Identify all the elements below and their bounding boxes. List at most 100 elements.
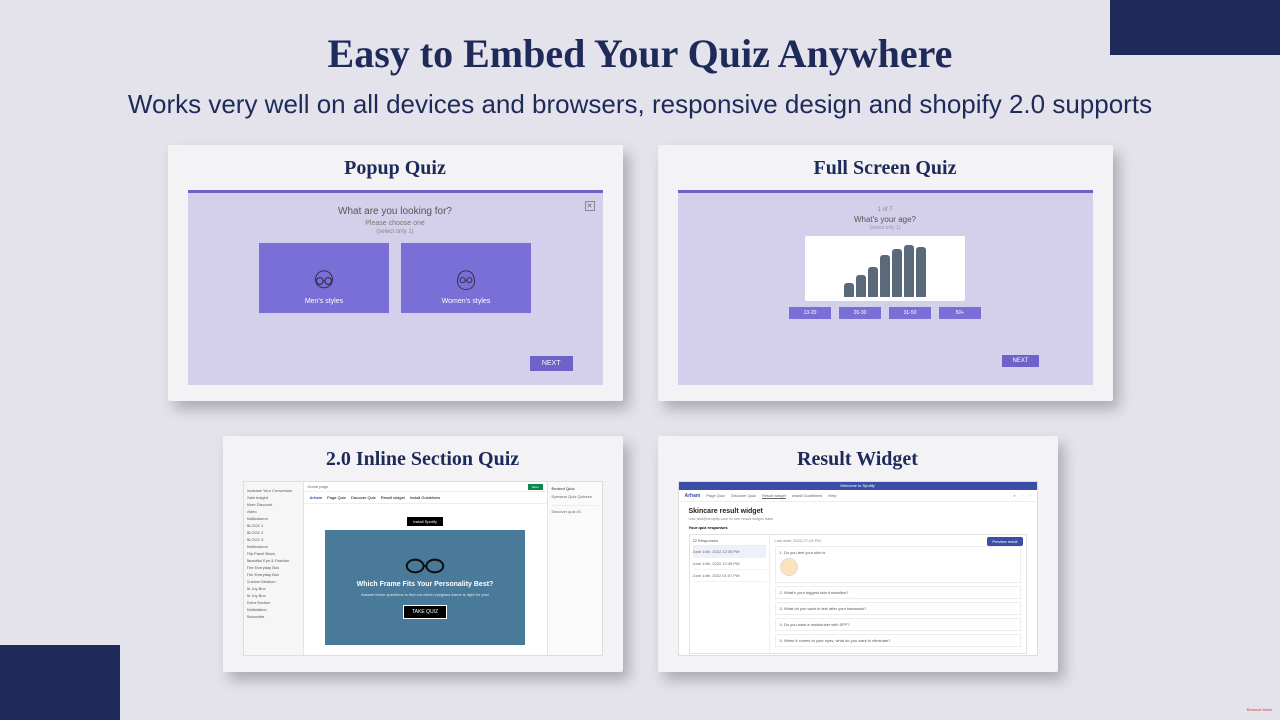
corner-accent-bottom — [0, 645, 120, 720]
sidebar-item[interactable]: BLOCK 2 — [247, 530, 300, 535]
nav-link[interactable]: Discover Quiz — [351, 495, 376, 500]
search-icon[interactable]: ⌕ — [1013, 493, 1015, 498]
user-icon[interactable]: ◦ — [1022, 493, 1023, 498]
nav-link[interactable]: Install Guidelines — [410, 495, 440, 500]
sidebar-item[interactable]: Flip Panel Block — [247, 551, 300, 556]
nav-link-active[interactable]: Result widget — [762, 493, 786, 498]
close-icon[interactable]: ✕ — [585, 201, 595, 211]
sidebar-item[interactable]: Gain Insight — [247, 495, 300, 500]
age-option[interactable]: 13-20 — [789, 307, 831, 319]
page-title: Easy to Embed Your Quiz Anywhere — [0, 30, 1280, 77]
sidebar-item[interactable]: Multicolumn — [247, 544, 300, 549]
age-option[interactable]: 20-30 — [839, 307, 881, 319]
result-screenshot: Welcome to Spotify Arham Page Quiz Disco… — [678, 481, 1038, 656]
card-title: Result Widget — [678, 448, 1038, 471]
sidebar-item[interactable]: AI Joy Box — [247, 586, 300, 591]
panel-item: Discover quiz #1 — [552, 505, 598, 514]
brand-logo: Arham — [310, 495, 323, 500]
panel-item: Eyewear Quiz Quizzes — [552, 494, 598, 499]
responses-panel: 22 Responses June 14th, 2022 12:35 PM Ju… — [689, 534, 1027, 654]
topbar-label: Home page — [308, 484, 329, 489]
card-popup-quiz: Popup Quiz ✕ What are you looking for? P… — [168, 145, 623, 401]
next-button[interactable]: NEXT — [1002, 355, 1038, 367]
card-fullscreen-quiz: Full Screen Quiz 1 of 7 What's your age?… — [658, 145, 1113, 401]
sidebar-item[interactable]: Beautiful Eye & Fashion — [247, 558, 300, 563]
widget-heading: Skincare result widget — [689, 508, 1027, 515]
editor-topbar: Home page Save — [304, 482, 547, 492]
option-label: Women's styles — [442, 298, 491, 305]
avatar-icon — [780, 558, 798, 576]
question-text: 1. Do you feel your skin is — [780, 550, 1016, 555]
sidebar-item[interactable]: More Discount — [247, 502, 300, 507]
nav-link[interactable]: Result widget — [381, 495, 405, 500]
card-title: Full Screen Quiz — [678, 157, 1093, 180]
response-row[interactable]: June 14th, 2022 01:07 PM — [693, 570, 766, 582]
glasses-icon — [404, 557, 446, 575]
panel-heading: Embed Quiz — [552, 486, 598, 491]
question-row: 2. What's your biggest skin frustration? — [775, 586, 1021, 599]
response-row[interactable]: June 14th, 2022 12:45 PM — [693, 558, 766, 570]
fullscreen-screenshot: 1 of 7 What's your age? (select only 1) … — [678, 190, 1093, 385]
age-option[interactable]: 31-50 — [889, 307, 931, 319]
sidebar-item[interactable]: The Everyday Box — [247, 572, 300, 577]
option-mens-styles[interactable]: Men's styles — [259, 243, 389, 313]
hero-banner: Which Frame Fits Your Personality Best? … — [325, 530, 525, 645]
nav-link[interactable]: Discover Quiz — [731, 493, 756, 498]
card-result-widget: Result Widget Welcome to Spotify Arham P… — [658, 436, 1058, 672]
next-button[interactable]: NEXT — [530, 356, 573, 371]
card-grid: Popup Quiz ✕ What are you looking for? P… — [0, 120, 1280, 672]
responses-list: 22 Responses June 14th, 2022 12:35 PM Ju… — [690, 535, 770, 653]
age-illustration — [805, 236, 965, 301]
panel-label: Your quiz responses — [689, 525, 1027, 530]
hero-title: Which Frame Fits Your Personality Best? — [357, 581, 494, 588]
save-button[interactable]: Save — [528, 484, 543, 490]
nav-link[interactable]: Page Quiz — [327, 495, 346, 500]
sidebar-item[interactable]: Custom Medium — [247, 579, 300, 584]
fullscreen-question: What's your age? — [690, 215, 1081, 224]
inline-screenshot: Increase Your Conversion Gain Insight Mo… — [243, 481, 603, 656]
option-womens-styles[interactable]: Women's styles — [401, 243, 531, 313]
sidebar-item[interactable]: BLOCK 1 — [247, 523, 300, 528]
preview-result-button[interactable]: Preview result — [987, 537, 1022, 546]
option-label: Men's styles — [305, 298, 343, 305]
brand-logo: Arham — [685, 493, 701, 499]
sidebar-item[interactable]: Subscribe — [247, 614, 300, 619]
age-option[interactable]: 50+ — [939, 307, 981, 319]
response-row[interactable]: June 14th, 2022 12:35 PM — [693, 546, 766, 558]
take-quiz-button[interactable]: TAKE QUIZ — [403, 605, 447, 619]
card-title: Popup Quiz — [188, 157, 603, 180]
popup-question: What are you looking for? — [200, 206, 591, 217]
sidebar-item[interactable]: The Everyday Box — [247, 565, 300, 570]
hero-sub: Answer these questions to find out which… — [361, 592, 489, 597]
settings-panel: Embed Quiz Eyewear Quiz Quizzes Discover… — [547, 482, 602, 655]
mens-face-icon — [307, 264, 341, 298]
popup-screenshot: ✕ What are you looking for? Please choos… — [188, 190, 603, 385]
womens-face-icon — [449, 264, 483, 298]
question-row: 4. Do you want a moisturizer with SPF? — [775, 618, 1021, 631]
card-inline-quiz: 2.0 Inline Section Quiz Increase Your Co… — [223, 436, 623, 672]
nav-link[interactable]: Install Guidelines — [792, 493, 822, 498]
page-subtitle: Works very well on all devices and brows… — [0, 89, 1280, 120]
response-count: 22 Responses — [693, 538, 719, 543]
sidebar-item[interactable]: Video — [247, 509, 300, 514]
sidebar-item[interactable]: Increase Your Conversion — [247, 488, 300, 493]
sidebar-item[interactable]: Multictation — [247, 607, 300, 612]
announcement-bar: Welcome to Spotify — [679, 482, 1037, 490]
fullscreen-hint: (select only 1) — [690, 225, 1081, 231]
popup-hint: (select only 1) — [200, 229, 591, 235]
nav-link[interactable]: Help — [828, 493, 836, 498]
install-button[interactable]: Install Spotify — [407, 517, 443, 526]
sidebar-item[interactable]: Multicolumn — [247, 516, 300, 521]
question-row: 5. When it comes to your eyes, what do y… — [775, 634, 1021, 647]
site-nav: Arham Page Quiz Discover Quiz Result wid… — [679, 490, 1037, 502]
sidebar-item[interactable]: Extra Section — [247, 600, 300, 605]
corner-accent-top — [1110, 0, 1280, 55]
editor-sidebar: Increase Your Conversion Gain Insight Mo… — [244, 482, 304, 655]
question-row: 3. What do you want to feel after your f… — [775, 602, 1021, 615]
sidebar-item[interactable]: AI Joy Box — [247, 593, 300, 598]
nav-link[interactable]: Page Quiz — [706, 493, 725, 498]
cart-icon[interactable]: ▫ — [1029, 493, 1030, 498]
sidebar-item[interactable]: BLOCK 3 — [247, 537, 300, 542]
card-title: 2.0 Inline Section Quiz — [243, 448, 603, 471]
remove-block-link[interactable]: Remove block — [1247, 707, 1272, 712]
